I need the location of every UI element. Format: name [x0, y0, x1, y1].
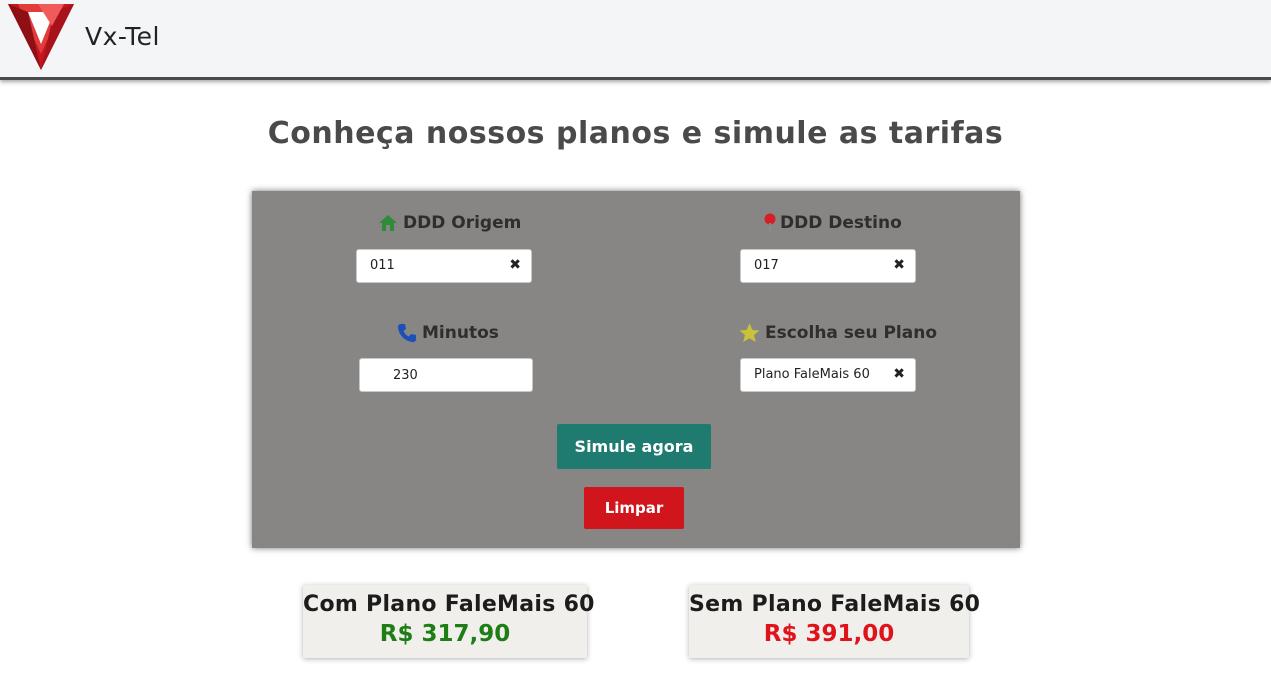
destination-clear-icon[interactable]: ✖	[893, 257, 905, 273]
destination-label-text: DDD Destino	[780, 213, 902, 233]
destination-label: DDD Destino	[762, 213, 902, 233]
app-header: Vx-Tel	[0, 0, 1271, 80]
result-with-plan-title: Com Plano FaleMais 60	[303, 592, 595, 617]
brand-name[interactable]: Vx-Tel	[85, 22, 160, 51]
map-pin-icon	[762, 213, 778, 233]
result-with-plan-card: Com Plano FaleMais 60 R$ 317,90	[303, 585, 595, 658]
star-icon	[739, 323, 760, 343]
plan-label: Escolha seu Plano	[739, 323, 937, 343]
origin-clear-icon[interactable]: ✖	[509, 257, 521, 273]
origin-label: DDD Origem	[378, 213, 521, 233]
destination-select[interactable]: 017 ✖	[740, 249, 916, 283]
simulate-button[interactable]: Simule agora	[557, 424, 711, 469]
phone-icon	[397, 323, 417, 343]
result-without-plan-card: Sem Plano FaleMais 60 R$ 391,00	[689, 585, 981, 658]
origin-select-value: 011	[370, 258, 395, 273]
vx-tel-logo-icon[interactable]	[8, 4, 74, 70]
result-without-plan-title: Sem Plano FaleMais 60	[689, 592, 981, 617]
page-title: Conheça nossos planos e simule as tarifa…	[267, 116, 1004, 151]
simulation-panel: DDD Origem 011 ✖ DDD Destino 017 ✖ Minut…	[252, 191, 1020, 548]
result-without-plan-value: R$ 391,00	[763, 621, 895, 647]
origin-label-text: DDD Origem	[403, 213, 522, 233]
result-with-plan-value: R$ 317,90	[379, 621, 511, 647]
plan-select-value: Plano FaleMais 60	[754, 367, 870, 382]
plan-label-text: Escolha seu Plano	[765, 323, 938, 343]
minutes-label-text: Minutos	[422, 323, 499, 343]
plan-clear-icon[interactable]: ✖	[893, 366, 905, 382]
home-icon	[378, 214, 398, 232]
destination-select-value: 017	[754, 258, 779, 273]
minutes-label: Minutos	[397, 323, 499, 343]
plan-select[interactable]: Plano FaleMais 60 ✖	[740, 358, 916, 392]
clear-button[interactable]: Limpar	[584, 487, 684, 529]
minutes-input[interactable]: 230	[359, 358, 533, 392]
origin-select[interactable]: 011 ✖	[356, 249, 532, 283]
